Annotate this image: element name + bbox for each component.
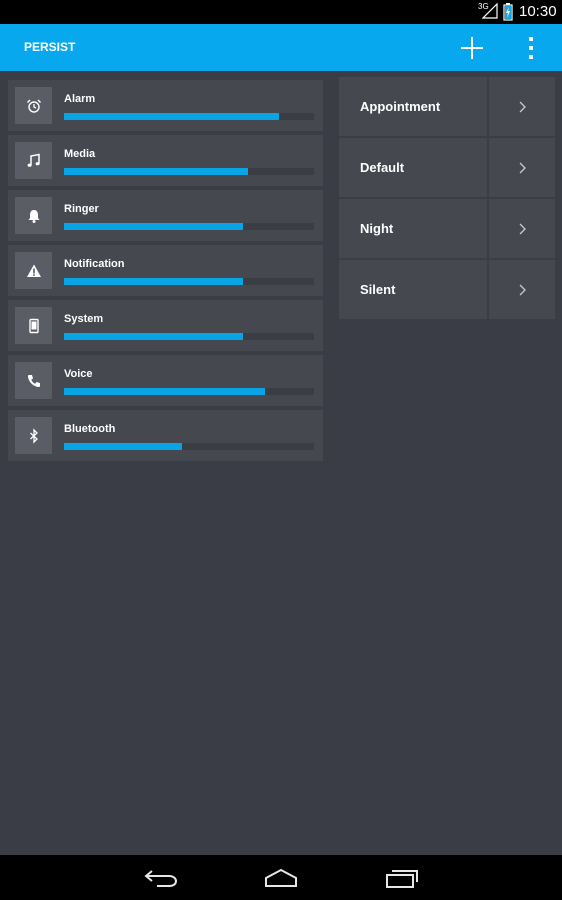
- stream-label: System: [64, 313, 104, 325]
- stream-label: Voice: [64, 368, 93, 380]
- profile-apply-button[interactable]: Silent: [339, 260, 487, 319]
- status-bar: 3G 10:30: [0, 0, 562, 24]
- profile-row: Silent: [339, 260, 555, 319]
- profile-edit-button[interactable]: [489, 260, 555, 319]
- home-icon[interactable]: [263, 867, 299, 889]
- action-bar: PERSIST: [0, 24, 562, 71]
- volume-slider[interactable]: [64, 333, 314, 340]
- phone-handset-icon[interactable]: [15, 362, 52, 399]
- bluetooth-icon[interactable]: [15, 417, 52, 454]
- profile-row: Night: [339, 199, 555, 258]
- stream-label: Bluetooth: [64, 423, 116, 435]
- volume-stream-list: Alarm Media Ringer Notification System V…: [8, 80, 323, 465]
- navigation-bar: [0, 855, 562, 900]
- profile-apply-button[interactable]: Default: [339, 138, 487, 197]
- profile-edit-button[interactable]: [489, 138, 555, 197]
- profile-label: Appointment: [360, 99, 441, 114]
- signal-icon: [482, 3, 498, 19]
- profile-list: Appointment Default Night Silent: [339, 77, 555, 321]
- profile-label: Default: [360, 160, 405, 175]
- stream-bluetooth: Bluetooth: [8, 410, 323, 461]
- phone-device-icon[interactable]: [15, 307, 52, 344]
- back-icon[interactable]: [143, 867, 179, 889]
- stream-label: Notification: [64, 258, 125, 270]
- stream-label: Media: [64, 148, 96, 160]
- volume-slider[interactable]: [64, 278, 314, 285]
- stream-alarm: Alarm: [8, 80, 323, 131]
- profile-label: Night: [360, 221, 394, 236]
- profile-label: Silent: [360, 282, 396, 297]
- stream-media: Media: [8, 135, 323, 186]
- overflow-menu-icon[interactable]: [522, 34, 540, 62]
- volume-slider[interactable]: [64, 443, 314, 450]
- volume-slider[interactable]: [64, 388, 314, 395]
- music-note-icon[interactable]: [15, 142, 52, 179]
- stream-ringer: Ringer: [8, 190, 323, 241]
- profile-apply-button[interactable]: Appointment: [339, 77, 487, 136]
- stream-system: System: [8, 300, 323, 351]
- profile-row: Appointment: [339, 77, 555, 136]
- profile-row: Default: [339, 138, 555, 197]
- warning-icon[interactable]: [15, 252, 52, 289]
- chevron-right-icon: [519, 101, 526, 112]
- profile-apply-button[interactable]: Night: [339, 199, 487, 258]
- bell-icon[interactable]: [15, 197, 52, 234]
- chevron-right-icon: [519, 162, 526, 173]
- stream-voice: Voice: [8, 355, 323, 406]
- clock: 10:30: [519, 3, 557, 20]
- recent-apps-icon[interactable]: [384, 867, 420, 889]
- app-title: PERSIST: [24, 40, 76, 54]
- battery-charging-icon: [503, 3, 513, 21]
- stream-label: Alarm: [64, 93, 96, 105]
- stream-label: Ringer: [64, 203, 99, 215]
- chevron-right-icon: [519, 223, 526, 234]
- volume-slider[interactable]: [64, 113, 314, 120]
- profile-edit-button[interactable]: [489, 199, 555, 258]
- alarm-icon[interactable]: [15, 87, 52, 124]
- plus-icon[interactable]: [458, 34, 486, 62]
- profile-edit-button[interactable]: [489, 77, 555, 136]
- stream-notification: Notification: [8, 245, 323, 296]
- chevron-right-icon: [519, 284, 526, 295]
- volume-slider[interactable]: [64, 168, 314, 175]
- volume-slider[interactable]: [64, 223, 314, 230]
